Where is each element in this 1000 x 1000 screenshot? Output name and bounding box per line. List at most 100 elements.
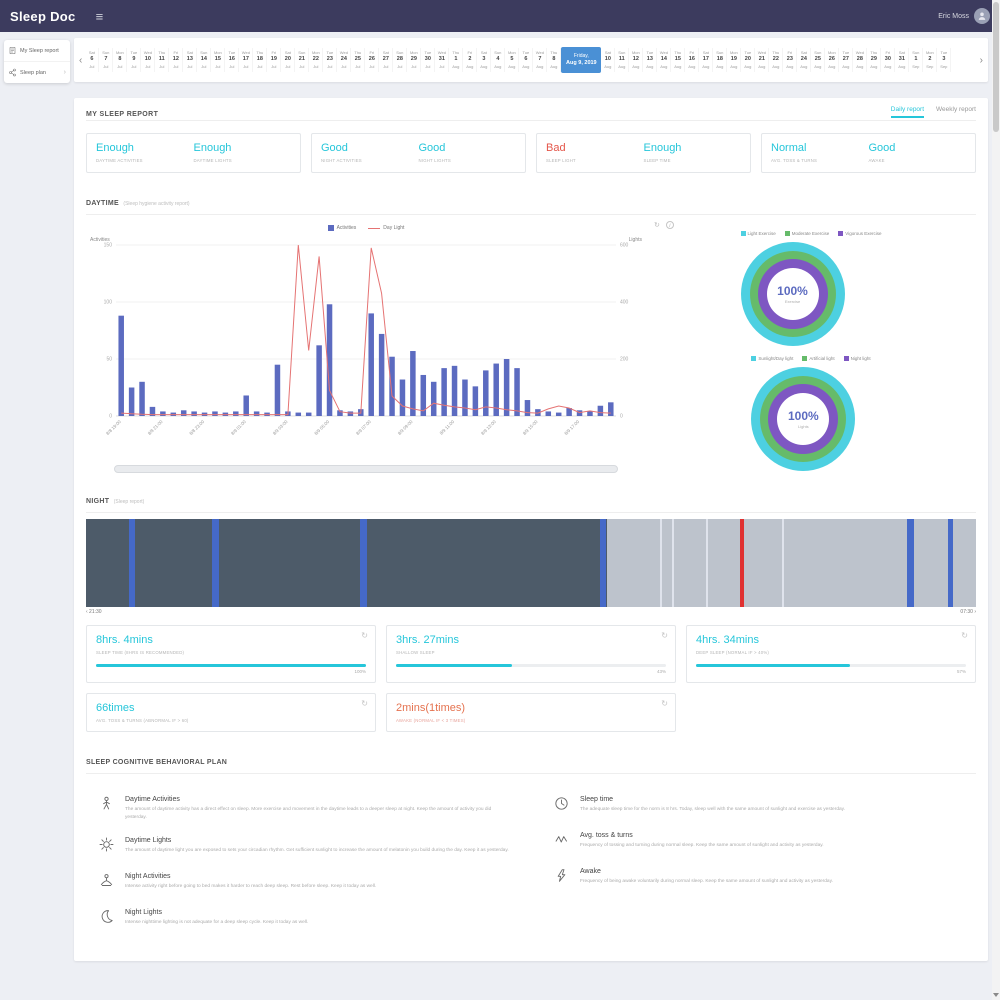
date-cell[interactable]: Mon26Aug [825,48,839,72]
date-cell[interactable]: Sat13Jul [183,48,197,72]
date-cell[interactable]: Mon15Jul [211,48,225,72]
date-cell[interactable]: Sat3Aug [477,48,491,72]
date-cell[interactable]: Thu15Aug [671,48,685,72]
date-month: Jul [141,64,154,70]
date-cell[interactable]: Thu25Jul [351,48,365,72]
date-cell[interactable]: Thu1Aug [449,48,463,72]
date-cell[interactable]: Tue20Aug [741,48,755,72]
event-toss-turn [129,519,135,607]
date-cell[interactable]: Mon22Jul [309,48,323,72]
tab-weekly-report[interactable]: Weekly report [936,106,976,118]
date-cell[interactable]: Sat17Aug [699,48,713,72]
date-cell[interactable]: Tue27Aug [839,48,853,72]
page-scrollbar[interactable] [992,0,1000,1000]
date-cell[interactable]: Sat27Jul [379,48,393,72]
refresh-icon[interactable]: ↻ [661,699,668,708]
info-icon[interactable]: i [666,221,674,229]
date-cell[interactable]: Sun25Aug [811,48,825,72]
date-cell[interactable]: Sun18Aug [713,48,727,72]
refresh-icon[interactable]: ↻ [361,699,368,708]
date-day: 10 [141,56,154,64]
date-cell[interactable]: Fri19Jul [267,48,281,72]
report-icon [8,46,17,55]
date-cell[interactable]: Tue3Sep [937,48,951,72]
date-cell[interactable]: Thu29Aug [867,48,881,72]
date-cell[interactable]: Wed7Aug [533,48,547,72]
date-month: Sep [923,64,936,70]
hamburger-menu-icon[interactable]: ≡ [96,9,104,24]
refresh-icon[interactable]: ↻ [654,221,660,229]
date-cell[interactable]: Fri16Aug [685,48,699,72]
date-cell[interactable]: Thu11Jul [155,48,169,72]
date-cell[interactable]: Wed10Jul [141,48,155,72]
scrollbar-down-arrow[interactable] [993,993,999,997]
date-cell[interactable]: Sun21Jul [295,48,309,72]
summary-cards: EnoughDAYTIME ACTIVITIESEnoughDAYTIME LI… [86,133,976,173]
date-cell-selected[interactable]: Friday,Aug 9, 2019 [561,47,601,73]
date-cell[interactable]: Thu8Aug [547,48,561,72]
date-cell[interactable]: Tue9Jul [127,48,141,72]
date-cell[interactable]: Mon2Sep [923,48,937,72]
tab-daily-report[interactable]: Daily report [891,106,924,118]
date-cell[interactable]: Tue6Aug [519,48,533,72]
date-day: 1 [909,56,922,64]
refresh-icon[interactable]: ↻ [361,631,368,640]
summary-value: Normal [771,142,869,154]
svg-text:600: 600 [620,243,629,249]
date-month: Aug [547,64,560,70]
date-cell[interactable]: Tue13Aug [643,48,657,72]
date-cell[interactable]: Wed24Jul [337,48,351,72]
date-cell[interactable]: Wed14Aug [657,48,671,72]
summary-value: Good [321,142,419,154]
date-cell[interactable]: Mon8Jul [113,48,127,72]
summary-label: NIGHT ACTIVITIES [321,158,419,163]
date-day: 30 [881,56,894,64]
date-cell[interactable]: Fri23Aug [783,48,797,72]
date-day: 31 [895,56,908,64]
date-cell[interactable]: Sun28Jul [393,48,407,72]
date-cell[interactable]: Wed17Jul [239,48,253,72]
date-cell[interactable]: Sun14Jul [197,48,211,72]
date-cell[interactable]: Fri12Jul [169,48,183,72]
date-cell[interactable]: Fri30Aug [881,48,895,72]
sidebar-item-my-sleep-report[interactable]: My Sleep report [4,40,70,62]
date-cell[interactable]: Sun11Aug [615,48,629,72]
date-cell[interactable]: Fri2Aug [463,48,477,72]
progress-track [696,664,966,667]
date-cell[interactable]: Thu18Jul [253,48,267,72]
date-cell[interactable]: Mon29Jul [407,48,421,72]
svg-text:8/9 17:00: 8/9 17:00 [563,419,580,436]
date-cell[interactable]: Sat6Jul [85,48,99,72]
date-cell[interactable]: Mon19Aug [727,48,741,72]
date-cell[interactable]: Sun7Jul [99,48,113,72]
date-cell[interactable]: Wed28Aug [853,48,867,72]
date-cell[interactable]: Mon5Aug [505,48,519,72]
date-cell[interactable]: Wed31Jul [435,48,449,72]
refresh-icon[interactable]: ↻ [961,631,968,640]
daytime-title: DAYTIME [86,200,119,207]
chart-zoom-scrollbar[interactable] [114,465,618,473]
scrollbar-thumb[interactable] [993,2,999,132]
prev-dates-arrow[interactable]: ‹ [76,55,85,66]
zigzag-icon [554,832,569,847]
user-avatar[interactable] [974,8,990,24]
date-cell[interactable]: Sat24Aug [797,48,811,72]
event-toss-turn [212,519,219,607]
date-cell[interactable]: Mon12Aug [629,48,643,72]
date-cell[interactable]: Tue23Jul [323,48,337,72]
date-cell[interactable]: Sat10Aug [601,48,615,72]
date-cell[interactable]: Sun4Aug [491,48,505,72]
date-cell[interactable]: Fri26Jul [365,48,379,72]
date-cell[interactable]: Wed21Aug [755,48,769,72]
event-toss-turn [600,519,606,607]
date-cell[interactable]: Tue16Jul [225,48,239,72]
date-cell[interactable]: Sat31Aug [895,48,909,72]
date-cell[interactable]: Thu22Aug [769,48,783,72]
date-cell[interactable]: Tue30Jul [421,48,435,72]
date-cell[interactable]: Sun1Sep [909,48,923,72]
date-cell[interactable]: Sat20Jul [281,48,295,72]
refresh-icon[interactable]: ↻ [661,631,668,640]
next-dates-arrow[interactable]: › [977,55,986,66]
plan-text: AwakeFrequency of being awake voluntaril… [580,868,966,886]
sidebar-item-sleep-plan[interactable]: Sleep plan› [4,62,70,83]
